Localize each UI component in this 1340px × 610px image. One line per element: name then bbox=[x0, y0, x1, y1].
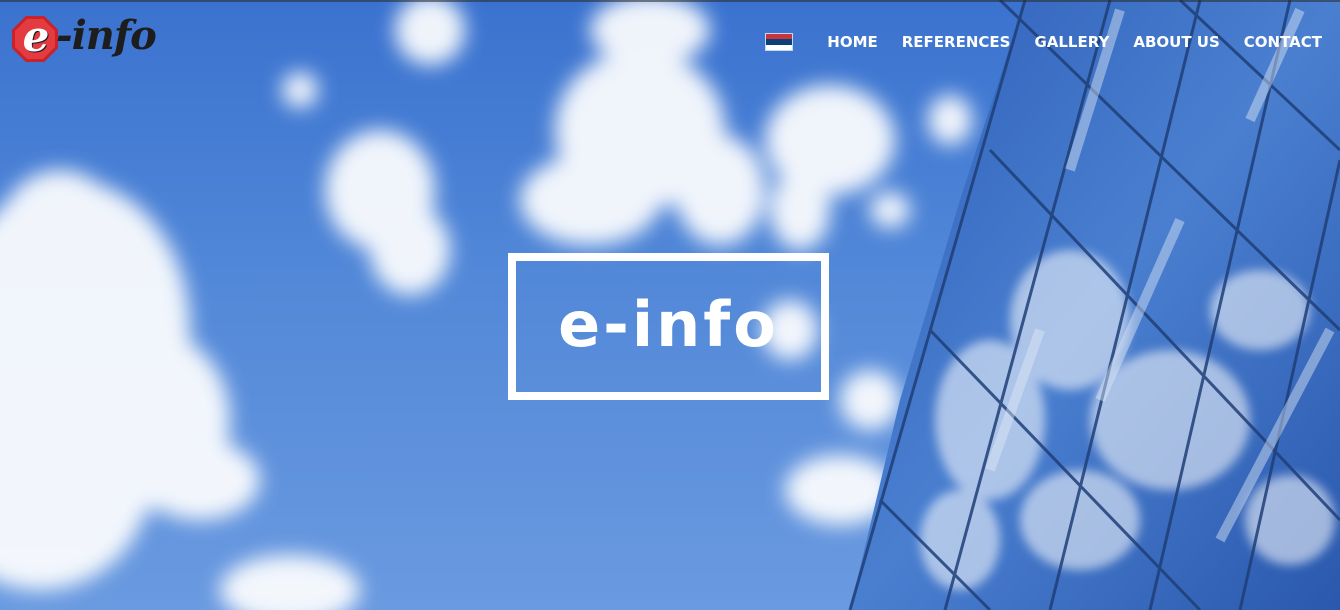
nav-references[interactable]: REFERENCES bbox=[902, 33, 1011, 51]
hero-title-box: e-info bbox=[508, 253, 829, 400]
flag-stripe-white bbox=[766, 44, 793, 50]
nav-contact[interactable]: CONTACT bbox=[1244, 33, 1322, 51]
nav-about-us[interactable]: ABOUT US bbox=[1133, 33, 1219, 51]
nav-home[interactable]: HOME bbox=[827, 33, 877, 51]
main-navigation: HOME REFERENCES GALLERY ABOUT US CONTACT bbox=[765, 0, 1340, 84]
nav-gallery[interactable]: GALLERY bbox=[1034, 33, 1109, 51]
glass-building bbox=[848, 0, 1340, 610]
serbia-flag-icon[interactable] bbox=[765, 33, 794, 51]
hero-title: e-info bbox=[558, 287, 779, 361]
logo-letter: e bbox=[22, 12, 50, 61]
site-logo[interactable]: e -info bbox=[12, 8, 162, 64]
logo-wordmark: -info bbox=[56, 12, 157, 59]
